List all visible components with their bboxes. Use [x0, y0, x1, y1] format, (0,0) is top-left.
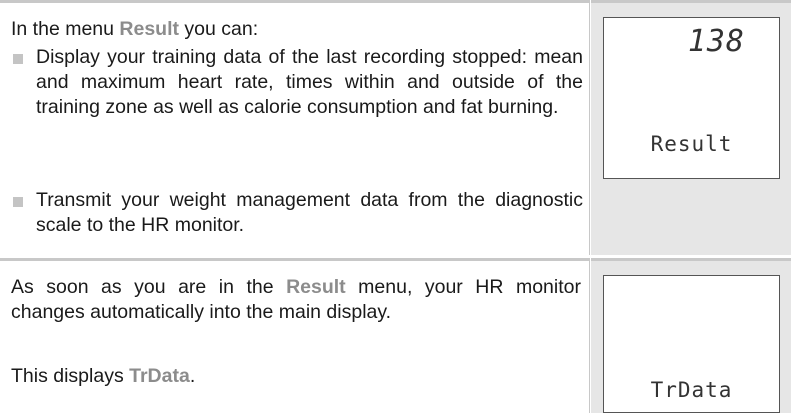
- bullet-square-icon: [13, 54, 23, 64]
- lcd-label: TrData: [650, 378, 733, 402]
- paragraph-text: This displays: [11, 365, 130, 387]
- intro-paragraph: In the menu Result you can:: [11, 17, 581, 42]
- main-display-text-cell: As soon as you are in the Result menu, y…: [0, 258, 590, 413]
- result-menu-text-cell: In the menu Result you can: Display your…: [0, 0, 590, 255]
- display-cell: 138 Result: [591, 0, 791, 255]
- intro-text: In the menu: [11, 18, 120, 40]
- main-display-paragraph: As soon as you are in the Result menu, y…: [11, 275, 581, 325]
- lcd-label: Result: [650, 132, 733, 156]
- menu-name-result: Result: [286, 276, 346, 298]
- lcd-number: 138: [687, 24, 745, 59]
- manual-page: In the menu Result you can: Display your…: [0, 0, 791, 413]
- bullet-item: Transmit your weight management data fro…: [11, 188, 583, 238]
- hr-monitor-display: TrData: [603, 275, 780, 413]
- menu-name-result: Result: [119, 18, 180, 40]
- bullet-text: Display your training data of the last r…: [36, 46, 583, 118]
- paragraph-text: As soon as you are in the: [11, 276, 287, 298]
- result-menu-row: In the menu Result you can: Display your…: [0, 0, 791, 255]
- paragraph-text-end: .: [189, 365, 196, 387]
- menu-name-trdata: TrData: [129, 365, 190, 387]
- trdata-paragraph: This displays TrData.: [11, 364, 581, 389]
- intro-text-end: you can:: [179, 18, 259, 40]
- hr-monitor-display: 138 Result: [603, 17, 780, 179]
- main-display-row: As soon as you are in the Result menu, y…: [0, 258, 791, 413]
- bullet-text: Transmit your weight management data fro…: [36, 189, 583, 236]
- display-cell: TrData: [591, 258, 791, 413]
- bullet-item: Display your training data of the last r…: [11, 45, 583, 120]
- bullet-square-icon: [13, 197, 23, 207]
